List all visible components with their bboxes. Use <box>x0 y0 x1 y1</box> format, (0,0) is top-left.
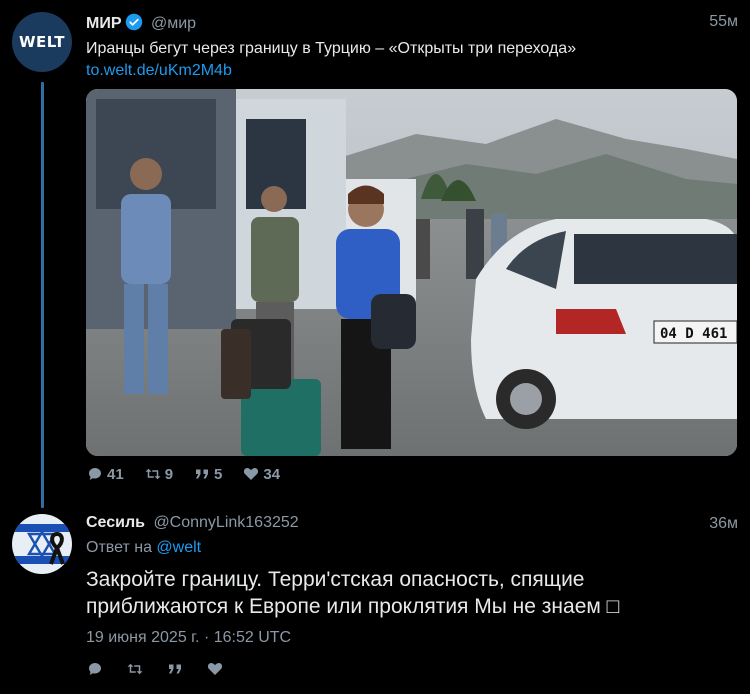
quote-icon <box>196 469 209 479</box>
tweet2-actions <box>86 660 224 678</box>
reply-prefix: Ответ на <box>86 539 152 556</box>
reply-icon <box>89 468 101 480</box>
like-button[interactable] <box>206 660 224 678</box>
tweet1-text: Иранцы бегут через границу в Турцию – «О… <box>86 40 577 57</box>
license-plate: 04 D 461 <box>660 326 727 342</box>
author-handle[interactable]: @мир <box>151 15 196 32</box>
tweet1-header: МИР @мир <box>86 13 196 33</box>
mourning-ribbon-icon <box>49 532 65 565</box>
border-crossing-photo: 04 D 461 <box>86 89 737 456</box>
like-button[interactable]: 34 <box>242 465 280 483</box>
author-name[interactable]: МИР <box>86 15 122 32</box>
tweet2-time[interactable]: 36м <box>709 515 738 533</box>
quote-button[interactable] <box>166 660 184 678</box>
retweet-button[interactable]: 9 <box>144 465 173 483</box>
reply-to-handle[interactable]: @welt <box>156 539 201 556</box>
tweet2-text: Закройте границу. Терри'стская опасность… <box>86 568 620 618</box>
reply-context: Ответ на @welt <box>86 539 201 557</box>
retweet-button[interactable] <box>126 660 144 678</box>
tweet1-actions: 41 9 5 34 <box>86 465 280 483</box>
tweet2-header: Сесиль @ConnyLink163252 <box>86 514 299 532</box>
tweet1-link[interactable]: to.welt.de/uKm2M4b <box>86 62 232 80</box>
retweet-icon <box>145 468 161 480</box>
retweet-count: 9 <box>164 465 174 483</box>
heart-icon <box>244 468 259 480</box>
avatar-welt[interactable]: WELT <box>12 12 72 72</box>
author-name[interactable]: Сесиль <box>86 514 145 531</box>
retweet-icon <box>127 663 143 675</box>
tweet1-time[interactable]: 55м <box>709 13 738 31</box>
tweet-photo[interactable]: 04 D 461 <box>86 89 737 456</box>
heart-icon <box>207 663 223 675</box>
tweet2-timestamp[interactable]: 19 июня 2025 г. · 16:52 UTC <box>86 629 291 647</box>
reply-button[interactable]: 41 <box>86 465 124 483</box>
reply-count: 41 <box>107 465 124 483</box>
avatar-welt-text: WELT <box>18 33 66 51</box>
verified-icon <box>125 13 142 31</box>
author-handle[interactable]: @ConnyLink163252 <box>153 514 298 531</box>
white-car: 04 D 461 <box>471 219 737 429</box>
reply-icon <box>89 663 101 675</box>
thread-line <box>41 82 44 508</box>
quote-icon <box>169 664 181 674</box>
quote-button[interactable]: 5 <box>193 465 222 483</box>
like-count: 34 <box>263 465 281 483</box>
avatar-cecile[interactable] <box>12 514 72 574</box>
reply-button[interactable] <box>86 660 104 678</box>
quote-count: 5 <box>214 465 223 483</box>
